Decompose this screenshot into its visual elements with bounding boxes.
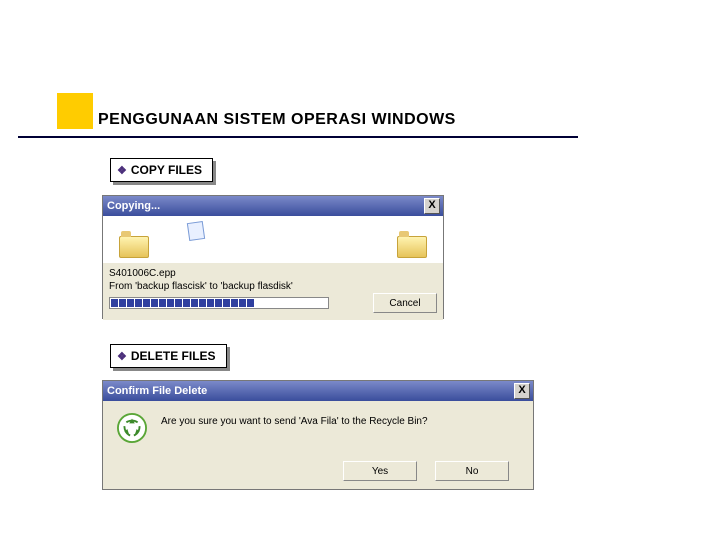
copying-titlebar: Copying... X xyxy=(103,196,443,216)
diamond-bullet-icon: ❖ xyxy=(117,351,127,363)
copying-title: Copying... xyxy=(107,200,160,212)
divider-line xyxy=(18,136,578,138)
cancel-button[interactable]: Cancel xyxy=(373,293,437,313)
copy-animation xyxy=(103,216,443,262)
delete-title: Confirm File Delete xyxy=(107,385,207,397)
close-icon[interactable]: X xyxy=(514,383,530,399)
copying-dialog: Copying... X S401006C.epp From 'backup f… xyxy=(102,195,444,319)
copy-from-to: From 'backup flascisk' to 'backup flasdi… xyxy=(109,280,437,293)
diamond-bullet-icon: ❖ xyxy=(117,165,127,177)
close-icon[interactable]: X xyxy=(424,198,440,214)
progress-bar xyxy=(109,297,329,309)
section-delete-label: DELETE FILES xyxy=(131,349,216,363)
yes-button[interactable]: Yes xyxy=(343,461,417,481)
delete-message: Are you sure you want to send 'Ava Fila'… xyxy=(161,413,523,429)
recycle-bin-icon xyxy=(117,413,147,443)
slide-title: PENGGUNAAN SISTEM OPERASI WINDOWS xyxy=(98,111,456,129)
folder-icon xyxy=(397,236,427,258)
delete-titlebar: Confirm File Delete X xyxy=(103,381,533,401)
section-copy-files: ❖ COPY FILES xyxy=(110,158,213,182)
section-delete-files: ❖ DELETE FILES xyxy=(110,344,227,368)
folder-icon xyxy=(119,236,149,258)
section-copy-label: COPY FILES xyxy=(131,163,202,177)
file-icon xyxy=(187,221,205,241)
accent-square xyxy=(57,93,93,129)
confirm-delete-dialog: Confirm File Delete X Are you sure you w… xyxy=(102,380,534,490)
copy-filename: S401006C.epp xyxy=(109,267,437,280)
no-button[interactable]: No xyxy=(435,461,509,481)
